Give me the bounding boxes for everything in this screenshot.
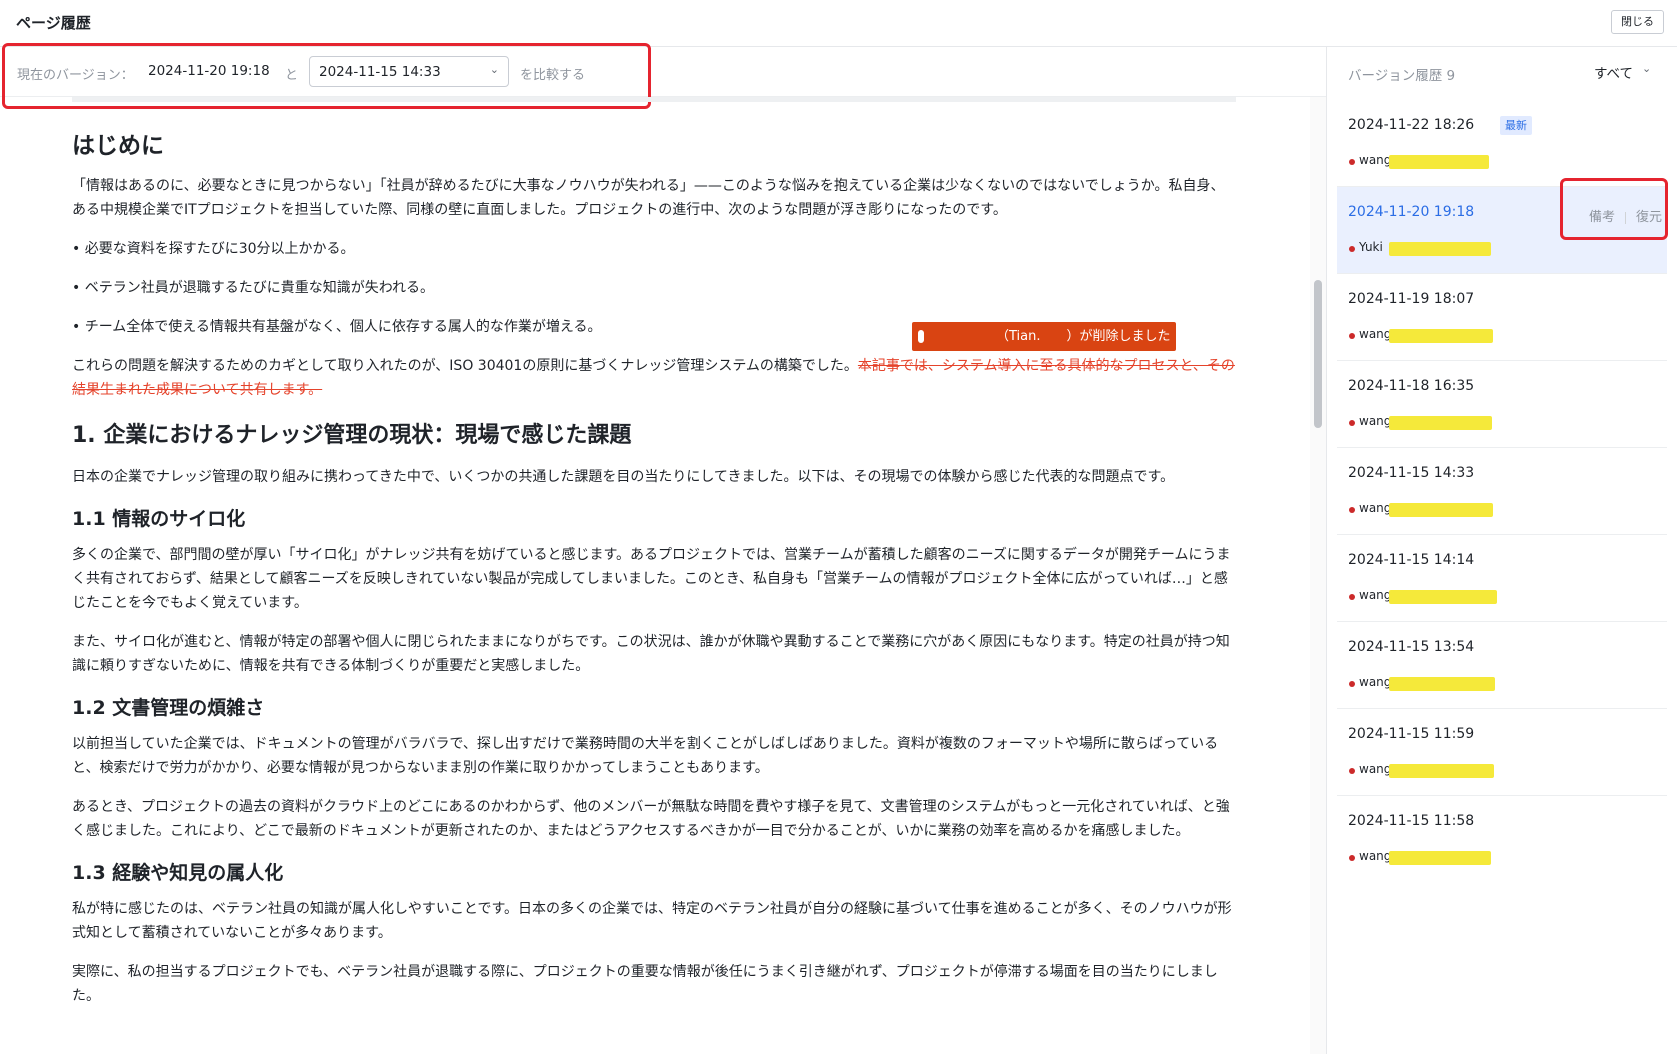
version-author: wang (1359, 153, 1392, 167)
redaction-mark (1389, 503, 1493, 517)
paragraph-intro: 「情報はあるのに、必要なときに見つからない」「社員が辞めるたびに大事なノウハウが… (72, 178, 1225, 218)
version-author: wang (1359, 762, 1392, 776)
version-time: 2024-11-20 19:18 (1348, 204, 1475, 220)
author-dot-icon (1349, 333, 1355, 339)
author-dot-icon (1349, 420, 1355, 426)
version-item[interactable]: 2024-11-15 13:54 wang (1337, 622, 1667, 709)
version-item[interactable]: 2024-11-22 18:26 最新 wang (1337, 100, 1667, 187)
version-time: 2024-11-19 18:07 (1348, 291, 1475, 307)
paragraph-solution: これらの問題を解決するためのカギとして取り入れたのが、ISO 30401の原則に… (72, 354, 1236, 402)
close-button[interactable]: 閉じる (1611, 10, 1664, 34)
paragraph-section-1-2b: あるとき、プロジェクトの過去の資料がクラウド上のどこにあるのかわからず、他のメン… (72, 799, 1230, 839)
deletion-tooltip-text: （Tian. ）が削除しました (996, 329, 1171, 344)
version-item[interactable]: 2024-11-18 16:35 wang (1337, 361, 1667, 448)
bullet-item: • 必要な資料を探すたびに30分以上かかる。 (72, 241, 355, 257)
version-author: wang (1359, 588, 1392, 602)
paragraph-section-1: 日本の企業でナレッジ管理の取り組みに携わってきた中で、いくつかの共通した課題を目… (72, 469, 1175, 485)
version-history-title: バージョン履歴 9 (1348, 68, 1456, 84)
version-time: 2024-11-15 14:14 (1348, 552, 1475, 568)
avatar (918, 330, 924, 343)
version-filter-dropdown[interactable]: すべて (1594, 62, 1633, 82)
paragraph-section-1-3a: 私が特に感じたのは、ベテラン社員の知識が属人化しやすいことです。日本の多くの企業… (72, 901, 1232, 941)
redaction-mark (1389, 155, 1489, 169)
latest-badge: 最新 (1500, 116, 1532, 135)
author-dot-icon (1349, 768, 1355, 774)
version-author: wang (1359, 849, 1392, 863)
bullet-item: • ベテラン社員が退職するたびに貴重な知識が失われる。 (72, 280, 435, 296)
document-scrollbar-track[interactable] (1310, 97, 1326, 1054)
author-dot-icon (1349, 855, 1355, 861)
document-scrollbar-thumb[interactable] (1314, 280, 1322, 428)
author-dot-icon (1349, 681, 1355, 687)
redaction-mark (1389, 677, 1495, 691)
document-top-divider (72, 97, 1236, 102)
author-dot-icon (1349, 507, 1355, 513)
version-item[interactable]: 2024-11-15 14:14 wang (1337, 535, 1667, 622)
version-time: 2024-11-15 13:54 (1348, 639, 1475, 655)
redaction-mark (1389, 242, 1491, 256)
version-item[interactable]: 2024-11-15 14:33 wang (1337, 448, 1667, 535)
author-dot-icon (1349, 246, 1355, 252)
paragraph-section-1-1a: 多くの企業で、部門間の壁が厚い「サイロ化」がナレッジ共有を妨げていると感じます。… (72, 547, 1231, 611)
version-author: wang (1359, 675, 1392, 689)
author-dot-icon (1349, 159, 1355, 165)
version-time: 2024-11-22 18:26 (1348, 117, 1475, 133)
redaction-mark (1389, 329, 1493, 343)
page-title: ページ履歴 (16, 14, 91, 32)
version-time: 2024-11-18 16:35 (1348, 378, 1475, 394)
paragraph-section-1-2a: 以前担当していた企業では、ドキュメントの管理がバラバラで、探し出すだけで業務時間… (72, 736, 1219, 776)
version-author: wang (1359, 501, 1392, 515)
version-author: wang (1359, 414, 1392, 428)
heading-section-1-2: 1.2 文書管理の煩雑さ (72, 697, 265, 719)
version-time: 2024-11-15 11:59 (1348, 726, 1475, 742)
version-time: 2024-11-15 11:58 (1348, 813, 1475, 829)
paragraph-solution-text: これらの問題を解決するためのカギとして取り入れたのが、ISO 30401の原則に… (72, 358, 858, 374)
heading-section-1-1: 1.1 情報のサイロ化 (72, 508, 246, 530)
chevron-down-icon[interactable]: ⌄ (1642, 62, 1651, 75)
version-item[interactable]: 2024-11-15 11:58 wang (1337, 796, 1667, 883)
version-author: wang (1359, 327, 1392, 341)
redaction-mark (1389, 764, 1494, 778)
version-time: 2024-11-15 14:33 (1348, 465, 1475, 481)
annotation-box-actions (1560, 178, 1668, 240)
heading-section-1-3: 1.3 経験や知見の属人化 (72, 862, 284, 884)
document-content: はじめに 「情報はあるのに、必要なときに見つからない」「社員が辞めるたびに大事な… (72, 112, 1236, 1054)
heading-section-1: 1. 企業におけるナレッジ管理の現状：現場で感じた課題 (72, 423, 632, 448)
redaction-mark (1389, 416, 1492, 430)
paragraph-section-1-1b: また、サイロ化が進むと、情報が特定の部署や個人に閉じられたままになりがちです。こ… (72, 634, 1230, 674)
heading-intro: はじめに (72, 133, 164, 159)
redaction-mark (1389, 590, 1497, 604)
author-dot-icon (1349, 594, 1355, 600)
version-item[interactable]: 2024-11-15 11:59 wang (1337, 709, 1667, 796)
paragraph-section-1-3b: 実際に、私の担当するプロジェクトでも、ベテラン社員が退職する際に、プロジェクトの… (72, 964, 1218, 1004)
version-author: Yuki (1359, 240, 1383, 254)
version-item[interactable]: 2024-11-19 18:07 wang (1337, 274, 1667, 361)
top-bar: ページ履歴 閉じる (0, 0, 1677, 47)
redaction-mark (1389, 851, 1491, 865)
deletion-tooltip: （Tian. ）が削除しました (912, 322, 1176, 351)
